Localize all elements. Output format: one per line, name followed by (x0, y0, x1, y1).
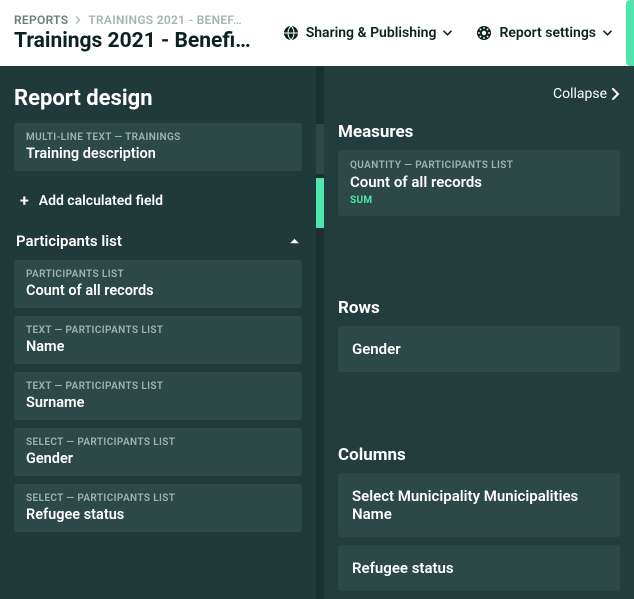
design-title: Report design (14, 86, 153, 111)
group-participants-list[interactable]: Participants list (14, 224, 302, 260)
gear-icon (476, 25, 492, 41)
field-surname[interactable]: TEXT — PARTICIPANTS LIST Surname (14, 372, 302, 420)
field-label: Name (26, 338, 290, 355)
breadcrumb-current: TRAININGS 2021 - BENEF… (88, 13, 242, 27)
header-actions: Sharing & Publishing Report settings (275, 19, 620, 47)
measure-aggregation: SUM (350, 195, 608, 206)
chevron-right-icon (74, 16, 82, 24)
sharing-label: Sharing & Publishing (306, 25, 437, 41)
sharing-publishing-button[interactable]: Sharing & Publishing (275, 19, 461, 47)
row-gender[interactable]: Gender (338, 326, 620, 372)
field-gender[interactable]: SELECT — PARTICIPANTS LIST Gender (14, 428, 302, 476)
left-inner: MULTI-LINE TEXT — TRAININGS Training des… (0, 123, 316, 540)
plus-icon: + (20, 191, 29, 210)
header-right-accent (626, 0, 634, 66)
field-label: Training description (26, 145, 290, 162)
measures-title: Measures (338, 122, 620, 142)
panel-divider-accent (316, 178, 324, 228)
field-training-description[interactable]: MULTI-LINE TEXT — TRAININGS Training des… (14, 123, 302, 171)
columns-section: Columns Select Municipality Municipaliti… (338, 445, 620, 599)
field-meta: TEXT — PARTICIPANTS LIST (26, 381, 290, 392)
columns-title: Columns (338, 445, 620, 465)
caret-up-icon (289, 238, 300, 245)
field-meta: SELECT — PARTICIPANTS LIST (26, 493, 290, 504)
field-meta: PARTICIPANTS LIST (26, 269, 290, 280)
add-calc-label: Add calculated field (39, 193, 163, 209)
measure-label: Count of all records (350, 173, 608, 191)
globe-icon (283, 25, 299, 41)
group-title: Participants list (16, 232, 122, 250)
measure-count-of-all-records[interactable]: QUANTITY — PARTICIPANTS LIST Count of al… (338, 150, 620, 216)
body: Report design MULTI-LINE TEXT — TRAINING… (0, 66, 634, 599)
caret-down-icon (603, 30, 612, 36)
settings-label: Report settings (499, 25, 596, 41)
column-refugee-status[interactable]: Refugee status (338, 545, 620, 591)
right-panel: Collapse Measures QUANTITY — PARTICIPANT… (316, 66, 634, 599)
measure-meta: QUANTITY — PARTICIPANTS LIST (350, 160, 608, 171)
field-label: Count of all records (26, 282, 290, 299)
panel-divider-mark (316, 124, 324, 174)
header-bar: REPORTS TRAININGS 2021 - BENEF… Training… (0, 0, 634, 66)
field-name[interactable]: TEXT — PARTICIPANTS LIST Name (14, 316, 302, 364)
field-meta: MULTI-LINE TEXT — TRAININGS (26, 132, 290, 143)
breadcrumb-root[interactable]: REPORTS (14, 13, 68, 27)
report-settings-button[interactable]: Report settings (468, 19, 620, 47)
breadcrumb: REPORTS TRAININGS 2021 - BENEF… (14, 13, 262, 27)
rows-title: Rows (338, 298, 620, 318)
rows-section: Rows Gender (338, 298, 620, 380)
add-calculated-field-button[interactable]: + Add calculated field (14, 179, 302, 224)
field-meta: TEXT — PARTICIPANTS LIST (26, 325, 290, 336)
design-header: Report design (0, 66, 316, 123)
column-municipality-name[interactable]: Select Municipality Municipalities Name (338, 473, 620, 537)
collapse-label: Collapse (553, 86, 607, 102)
collapse-button[interactable]: Collapse (553, 86, 620, 102)
caret-down-icon (443, 30, 452, 36)
field-label: Gender (26, 450, 290, 467)
measures-section: Measures QUANTITY — PARTICIPANTS LIST Co… (338, 122, 620, 224)
field-label: Surname (26, 394, 290, 411)
fields-scroll[interactable]: MULTI-LINE TEXT — TRAININGS Training des… (14, 123, 302, 540)
field-meta: SELECT — PARTICIPANTS LIST (26, 437, 290, 448)
chevron-right-icon (611, 88, 620, 100)
breadcrumb-wrap: REPORTS TRAININGS 2021 - BENEF… Training… (14, 13, 262, 53)
field-label: Refugee status (26, 506, 290, 523)
field-refugee-status[interactable]: SELECT — PARTICIPANTS LIST Refugee statu… (14, 484, 302, 532)
right-inner: Measures QUANTITY — PARTICIPANTS LIST Co… (316, 102, 634, 599)
left-panel: Report design MULTI-LINE TEXT — TRAINING… (0, 66, 316, 599)
page-title: Trainings 2021 - Benefici… (14, 29, 254, 53)
field-count-of-all-records[interactable]: PARTICIPANTS LIST Count of all records (14, 260, 302, 308)
